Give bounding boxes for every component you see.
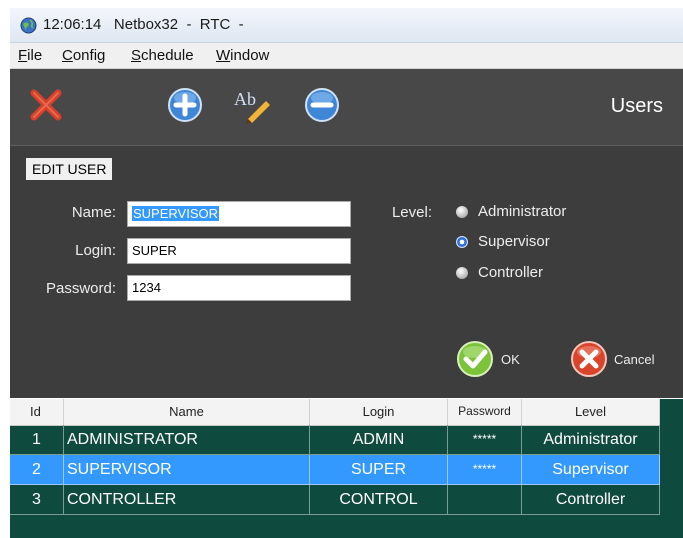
menu-file-mnemonic: F bbox=[18, 47, 28, 64]
close-icon[interactable] bbox=[26, 85, 66, 125]
edit-user-panel: EDIT USER Name: SUPERVISOR Login: SUPER … bbox=[10, 146, 683, 398]
table-row-selected[interactable]: 2 SUPERVISOR SUPER ***** Supervisor bbox=[10, 455, 660, 485]
login-field-value: SUPER bbox=[132, 243, 177, 258]
login-field[interactable]: SUPER bbox=[127, 238, 351, 264]
cell-level: Administrator bbox=[522, 425, 660, 455]
radio-button-supervisor[interactable] bbox=[456, 236, 468, 248]
table-header: Id Name Login Password Level bbox=[10, 399, 660, 426]
cell-name: ADMINISTRATOR bbox=[64, 425, 310, 455]
cell-password: ***** bbox=[448, 425, 522, 455]
cell-password bbox=[448, 485, 522, 515]
cell-level: Controller bbox=[522, 485, 660, 515]
cell-id: 3 bbox=[10, 485, 64, 515]
password-field-value: 1234 bbox=[132, 280, 161, 295]
add-icon[interactable] bbox=[165, 85, 205, 125]
name-field-value: SUPERVISOR bbox=[132, 206, 220, 221]
cell-password: ***** bbox=[448, 455, 522, 485]
column-header-level[interactable]: Level bbox=[522, 399, 660, 425]
cell-level: Supervisor bbox=[522, 455, 660, 485]
menu-config-mnemonic: C bbox=[62, 47, 73, 64]
cell-id: 1 bbox=[10, 425, 64, 455]
cancel-icon bbox=[571, 341, 607, 377]
cell-name: CONTROLLER bbox=[64, 485, 310, 515]
ok-button[interactable]: OK bbox=[456, 340, 526, 380]
menu-config-label: onfig bbox=[72, 47, 106, 64]
cell-login: CONTROL bbox=[310, 485, 448, 515]
password-field[interactable]: 1234 bbox=[127, 275, 351, 301]
column-header-name[interactable]: Name bbox=[64, 399, 310, 425]
window-title: 12:06:14 Netbox32 - RTC - bbox=[43, 16, 244, 33]
ok-button-label: OK bbox=[501, 352, 520, 367]
edit-user-heading: EDIT USER bbox=[26, 158, 113, 180]
checkmark-icon bbox=[457, 341, 493, 377]
title-bar: 12:06:14 Netbox32 - RTC - bbox=[10, 8, 683, 43]
column-header-id[interactable]: Id bbox=[10, 399, 64, 425]
menu-window-mnemonic: W bbox=[216, 47, 231, 64]
name-label: Name: bbox=[71, 204, 116, 221]
table-row[interactable]: 1 ADMINISTRATOR ADMIN ***** Administrato… bbox=[10, 425, 660, 455]
cell-login: ADMIN bbox=[310, 425, 448, 455]
users-table: Id Name Login Password Level 1 ADMINISTR… bbox=[10, 399, 683, 538]
level-option-controller-label: Controller bbox=[478, 264, 544, 281]
edit-icon-glyph: Ab bbox=[234, 89, 256, 109]
column-header-password[interactable]: Password bbox=[448, 399, 522, 425]
menu-schedule-mnemonic: S bbox=[131, 47, 142, 64]
radio-button-administrator[interactable] bbox=[456, 206, 468, 218]
menu-schedule[interactable]: Schedule bbox=[131, 47, 194, 64]
name-field[interactable]: SUPERVISOR bbox=[127, 201, 351, 227]
toolbar: Ab Users bbox=[10, 69, 683, 146]
remove-icon[interactable] bbox=[302, 85, 342, 125]
login-label: Login: bbox=[75, 242, 116, 259]
cell-id: 2 bbox=[10, 455, 64, 485]
page-title: Users bbox=[610, 95, 663, 117]
cell-login: SUPER bbox=[310, 455, 448, 485]
column-header-login[interactable]: Login bbox=[310, 399, 448, 425]
menu-schedule-label: chedule bbox=[141, 47, 194, 64]
cancel-button[interactable]: Cancel bbox=[570, 340, 670, 380]
edit-icon[interactable]: Ab bbox=[234, 85, 274, 125]
menu-window-label: indow bbox=[230, 47, 270, 64]
cell-name: SUPERVISOR bbox=[64, 455, 310, 485]
table-row[interactable]: 3 CONTROLLER CONTROL Controller bbox=[10, 485, 660, 515]
level-label: Level: bbox=[391, 204, 432, 221]
radio-button-controller[interactable] bbox=[456, 267, 468, 279]
level-option-supervisor-label: Supervisor bbox=[478, 233, 550, 250]
menu-file-label: ile bbox=[27, 47, 43, 64]
menu-file[interactable]: File bbox=[18, 47, 42, 64]
app-globe-icon[interactable] bbox=[20, 17, 37, 34]
menu-bar: File Config Schedule Window bbox=[10, 43, 683, 69]
menu-config[interactable]: Config bbox=[62, 47, 105, 64]
level-option-administrator-label: Administrator bbox=[478, 203, 567, 220]
cancel-button-label: Cancel bbox=[614, 352, 655, 367]
menu-window[interactable]: Window bbox=[216, 47, 269, 64]
password-label: Password: bbox=[45, 280, 116, 297]
